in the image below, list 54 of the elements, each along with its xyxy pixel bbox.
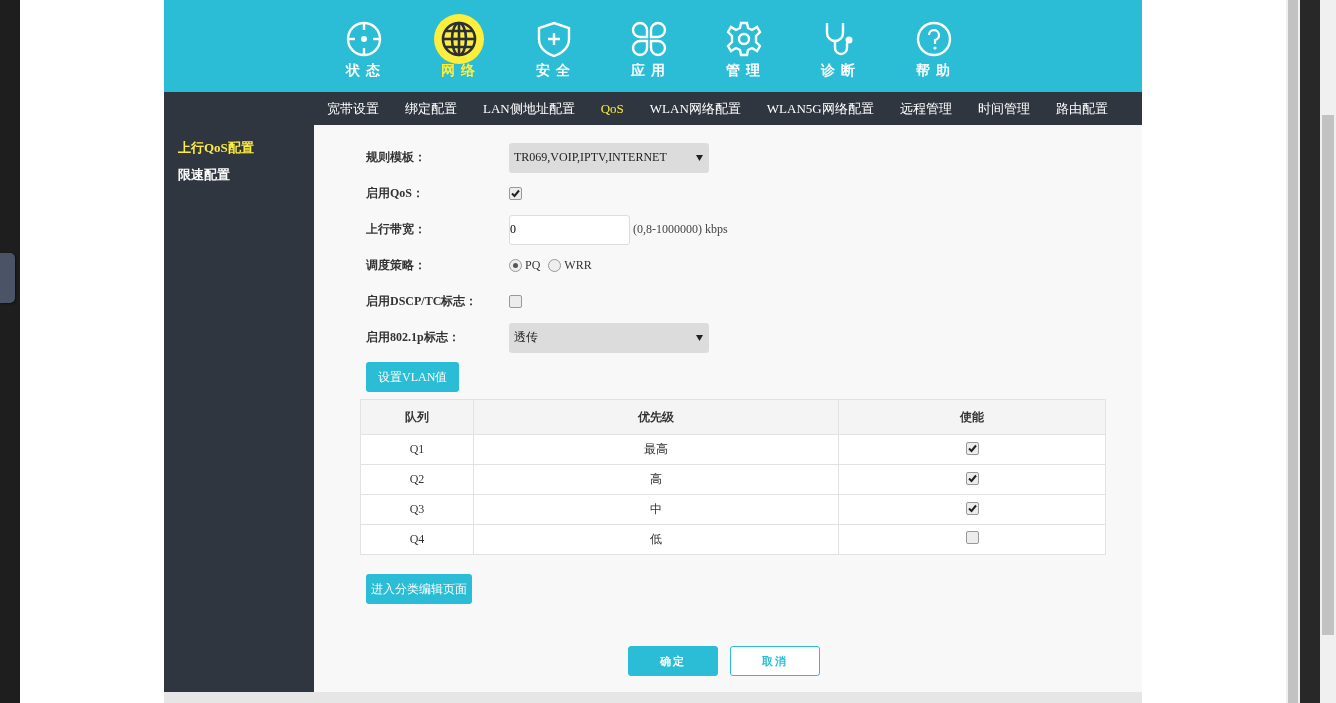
column-header: 使能 (838, 399, 1106, 435)
globe-icon (441, 21, 476, 57)
gear-icon (726, 21, 761, 57)
sub-nav-tab[interactable]: 路由配置 (1042, 99, 1121, 118)
field-label: 启用DSCP/TC标志： (366, 293, 479, 310)
help-icon (916, 21, 951, 57)
checkbox[interactable] (509, 187, 522, 200)
input-field[interactable]: 0 (509, 214, 630, 245)
apps-icon (631, 21, 666, 57)
radio-label: WRR (564, 258, 592, 273)
dropdown[interactable]: 透传 (509, 322, 709, 353)
scrollbar[interactable] (1288, 0, 1298, 703)
side-panel-handle[interactable] (0, 253, 15, 303)
table-cell: Q4 (360, 524, 474, 555)
table-cell: 高 (473, 464, 839, 495)
column-header: 队列 (360, 399, 474, 435)
checkbox[interactable] (965, 531, 979, 544)
field-label: 启用802.1p标志： (366, 329, 461, 346)
stethoscope-icon (825, 23, 852, 56)
field-label: 启用QoS： (366, 185, 425, 202)
sub-nav-tab[interactable]: 时间管理 (964, 99, 1043, 118)
sub-nav-tab[interactable]: WLAN5G网络配置 (753, 99, 887, 118)
sub-nav-tab[interactable]: WLAN网络配置 (636, 99, 754, 118)
table-cell: Q2 (360, 464, 474, 495)
shield-icon (537, 21, 570, 57)
checkbox[interactable] (509, 295, 522, 308)
sub-nav-tab[interactable]: 宽带设置 (314, 99, 392, 118)
sub-nav-tab[interactable]: 远程管理 (886, 99, 965, 118)
caret-icon (696, 154, 703, 161)
table-cell: 最高 (473, 434, 839, 465)
table-cell: Q1 (360, 434, 474, 465)
table-cell: Q3 (360, 494, 474, 525)
checkbox[interactable] (965, 472, 979, 485)
sub-nav-tab[interactable]: LAN侧地址配置 (470, 99, 588, 118)
unit-hint: (0,8-1000000) kbps (633, 222, 728, 237)
sub-nav-tab[interactable]: 绑定配置 (392, 99, 470, 118)
scrollbar[interactable] (1320, 0, 1336, 703)
table-cell: 低 (473, 524, 839, 555)
sidebar-item[interactable]: 限速配置 (164, 166, 314, 193)
radio-button[interactable] (509, 259, 522, 272)
radio-label: PQ (525, 258, 541, 273)
sub-nav-tab[interactable]: QoS (587, 100, 637, 117)
checkbox[interactable] (965, 442, 979, 455)
field-label: 调度策略： (366, 257, 427, 274)
sidebar-item[interactable]: 上行QoS配置 (164, 139, 314, 166)
table-cell: 中 (473, 494, 839, 525)
dropdown[interactable]: TR069,VOIP,IPTV,INTERNET (509, 142, 709, 173)
field-label: 规则模板： (366, 149, 427, 166)
crosshair-icon (346, 21, 381, 57)
caret-icon (696, 334, 703, 341)
radio-button[interactable] (548, 259, 562, 272)
column-header: 优先级 (473, 399, 839, 435)
checkbox[interactable] (965, 502, 979, 515)
field-label: 上行带宽： (366, 221, 427, 238)
